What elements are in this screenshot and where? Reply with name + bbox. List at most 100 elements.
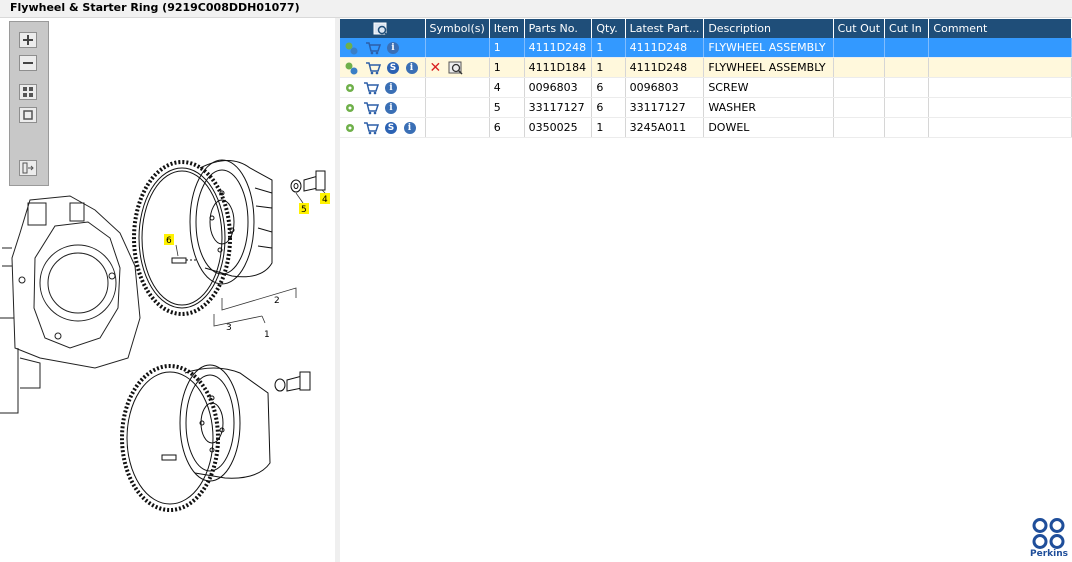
cart-icon[interactable] xyxy=(365,41,381,55)
view-diagram-icon[interactable] xyxy=(448,61,464,75)
cell-qty: 6 xyxy=(591,77,626,98)
cell-comment xyxy=(928,77,1072,98)
column-actions[interactable] xyxy=(340,19,426,38)
callout-4[interactable]: 4 xyxy=(322,195,328,205)
cell-cut-in xyxy=(884,117,930,138)
table-row[interactable]: i 1 4111D248 1 4111D248 FLYWHEEL ASSEMBL… xyxy=(340,38,1072,58)
cart-icon[interactable] xyxy=(363,121,379,135)
cell-comment xyxy=(928,97,1072,118)
cell-parts-no: 33117127 xyxy=(524,97,593,118)
fit-all-button[interactable] xyxy=(19,84,37,100)
diagram-toolbar xyxy=(9,21,49,186)
info-icon[interactable]: i xyxy=(385,101,397,114)
cell-latest-part: 33117127 xyxy=(625,97,705,118)
zoom-out-icon xyxy=(23,62,33,64)
row-actions: S i xyxy=(340,117,426,138)
table-header-row: Symbol(s) Item Parts No. Qty. Latest Par… xyxy=(340,19,1072,38)
column-item[interactable]: Item xyxy=(489,19,525,38)
cell-latest-part: 3245A011 xyxy=(625,117,705,138)
row-symbols xyxy=(425,97,490,118)
diagram-pane[interactable]: 4 5 6 2 3 1 xyxy=(0,18,336,562)
cart-icon[interactable] xyxy=(365,61,381,75)
cell-qty: 1 xyxy=(591,117,626,138)
cart-icon[interactable] xyxy=(363,101,379,115)
column-comment[interactable]: Comment xyxy=(928,19,1072,38)
cell-description: FLYWHEEL ASSEMBLY xyxy=(703,38,834,58)
assembly-icon[interactable] xyxy=(344,41,358,55)
column-latest-part[interactable]: Latest Part... xyxy=(625,19,705,38)
cell-latest-part: 4111D248 xyxy=(625,38,705,58)
table-row[interactable]: S i 6 0350025 1 3245A011 DOWEL xyxy=(340,117,1072,138)
callout-6[interactable]: 6 xyxy=(166,236,172,246)
row-symbols xyxy=(425,38,490,58)
row-symbols: ✕ xyxy=(425,57,490,78)
cell-cut-out xyxy=(833,117,886,138)
table-row[interactable]: S i ✕ 1 4111D184 1 4111D248 FLYWHEEL ASS… xyxy=(340,57,1072,78)
brand-name: Perkins xyxy=(1030,549,1068,559)
cart-icon[interactable] xyxy=(363,81,379,95)
square-icon xyxy=(23,110,33,120)
cell-description: SCREW xyxy=(703,77,834,98)
cell-parts-no: 4111D184 xyxy=(524,57,593,78)
column-description[interactable]: Description xyxy=(703,19,834,38)
fit-grid-icon xyxy=(23,87,33,97)
cell-description: FLYWHEEL ASSEMBLY xyxy=(703,57,834,78)
cell-parts-no: 0096803 xyxy=(524,77,593,98)
search-parts-icon xyxy=(373,22,388,36)
column-symbols[interactable]: Symbol(s) xyxy=(425,19,490,38)
cell-item: 1 xyxy=(489,38,525,58)
cell-item: 5 xyxy=(489,97,525,118)
table-row[interactable]: i 4 0096803 6 0096803 SCREW xyxy=(340,77,1072,98)
cell-cut-out xyxy=(833,77,886,98)
cell-qty: 1 xyxy=(591,38,626,58)
callout-3[interactable]: 3 xyxy=(226,323,232,333)
info-icon[interactable]: i xyxy=(385,81,397,94)
cell-cut-out xyxy=(833,57,886,78)
superseded-icon[interactable]: S xyxy=(385,121,397,134)
column-cut-in[interactable]: Cut In xyxy=(884,19,930,38)
cell-latest-part: 0096803 xyxy=(625,77,705,98)
callout-2[interactable]: 2 xyxy=(274,296,280,306)
callout-5[interactable]: 5 xyxy=(301,205,307,215)
row-actions: i xyxy=(340,38,426,58)
cell-cut-in xyxy=(884,38,930,58)
zoom-in-icon xyxy=(23,35,33,45)
window-title: Flywheel & Starter Ring (9219C008DDH0107… xyxy=(10,1,300,14)
row-symbols xyxy=(425,117,490,138)
callout-1[interactable]: 1 xyxy=(264,330,270,340)
cell-description: WASHER xyxy=(703,97,834,118)
cell-description: DOWEL xyxy=(703,117,834,138)
row-actions: S i xyxy=(340,57,426,78)
cell-item: 6 xyxy=(489,117,525,138)
zoom-out-button[interactable] xyxy=(19,55,37,71)
cell-parts-no: 4111D248 xyxy=(524,38,593,58)
info-icon[interactable]: i xyxy=(405,61,418,74)
cell-cut-in xyxy=(884,57,930,78)
cell-qty: 6 xyxy=(591,97,626,118)
cell-comment xyxy=(928,117,1072,138)
column-parts-no[interactable]: Parts No. xyxy=(524,19,593,38)
table-row[interactable]: i 5 33117127 6 33117127 WASHER xyxy=(340,97,1072,118)
obsolete-x-icon[interactable]: ✕ xyxy=(430,61,442,75)
cell-comment xyxy=(928,38,1072,58)
actual-size-button[interactable] xyxy=(19,107,37,123)
cell-cut-out xyxy=(833,97,886,118)
assembly-icon[interactable] xyxy=(344,61,358,75)
zoom-in-button[interactable] xyxy=(19,32,37,48)
gear-icon[interactable] xyxy=(344,82,356,94)
exploded-diagram: 4 5 6 2 3 1 xyxy=(0,159,330,512)
gear-icon[interactable] xyxy=(344,122,356,134)
toggle-list-button[interactable] xyxy=(19,160,37,176)
info-icon[interactable]: i xyxy=(387,41,399,54)
cell-cut-in xyxy=(884,97,930,118)
cell-cut-out xyxy=(833,38,886,58)
cell-qty: 1 xyxy=(591,57,626,78)
gear-icon[interactable] xyxy=(344,102,356,114)
parts-table: Symbol(s) Item Parts No. Qty. Latest Par… xyxy=(340,19,1072,138)
column-qty[interactable]: Qty. xyxy=(591,19,626,38)
column-cut-out[interactable]: Cut Out xyxy=(833,19,886,38)
superseded-icon[interactable]: S xyxy=(387,61,399,74)
cell-comment xyxy=(928,57,1072,78)
info-icon[interactable]: i xyxy=(403,121,416,134)
cell-latest-part: 4111D248 xyxy=(625,57,705,78)
